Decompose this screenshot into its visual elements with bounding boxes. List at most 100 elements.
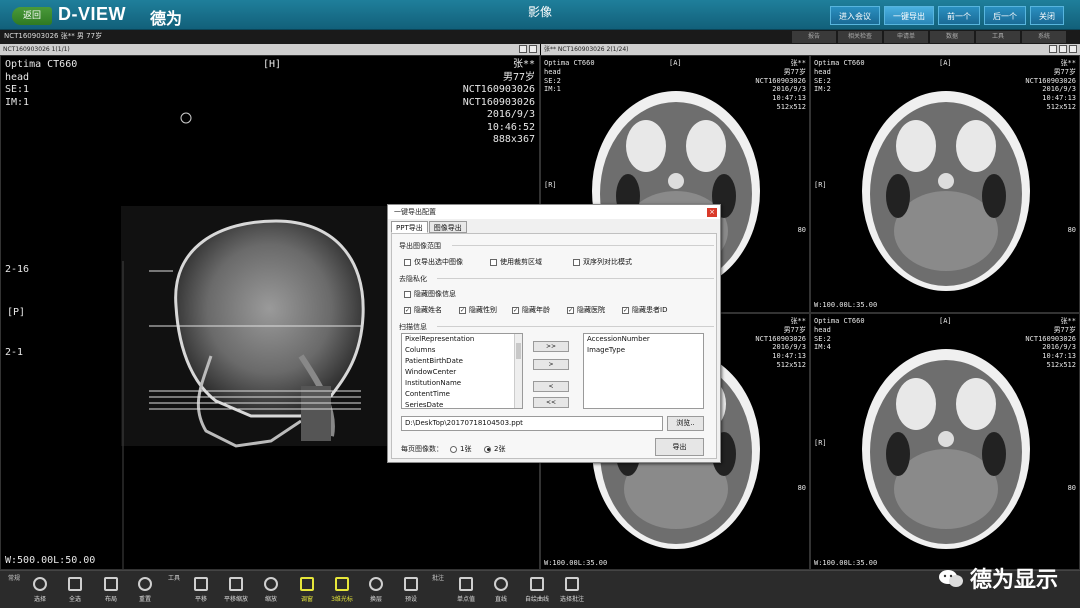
list-item[interactable]: PixelRepresentation xyxy=(405,334,522,345)
tool-freehand-curve[interactable]: 自绘曲线 xyxy=(522,577,552,603)
close-button[interactable]: 关闭 xyxy=(1030,6,1064,25)
previous-button[interactable]: 前一个 xyxy=(938,6,980,25)
tool-label: 全选 xyxy=(68,596,81,603)
enter-meeting-button[interactable]: 进入会议 xyxy=(830,6,880,25)
list-item[interactable]: ImageType xyxy=(587,345,703,356)
tool-label: 直线 xyxy=(494,596,507,603)
tool-label: 换层 xyxy=(369,596,382,603)
pan-icon xyxy=(194,577,208,591)
window-level: W:100.00L:35.00 xyxy=(544,559,608,567)
available-tags-list[interactable]: PixelRepresentation Columns PatientBirth… xyxy=(401,333,523,409)
zoom-icon xyxy=(264,577,278,591)
tab-data[interactable]: 数据 xyxy=(930,31,974,43)
tab-image-export[interactable]: 图像导出 xyxy=(428,221,467,233)
browse-button[interactable]: 浏览.. xyxy=(667,416,704,431)
lock-icon[interactable] xyxy=(529,45,537,53)
tab-ppt-export[interactable]: PPT导出 xyxy=(391,221,428,233)
next-button[interactable]: 后一个 xyxy=(984,6,1026,25)
tool-reset[interactable]: 重置 xyxy=(130,577,160,603)
tag-section-label: 扫描信息 xyxy=(399,323,427,331)
reset-icon xyxy=(138,577,152,591)
remove-all-button[interactable]: << xyxy=(533,397,569,408)
list-item[interactable]: SeriesDate xyxy=(405,400,522,408)
list-item[interactable]: Columns xyxy=(405,345,522,356)
right-series-label: 张** NCT160903026 2(1/24) xyxy=(544,46,629,53)
tool-preset[interactable]: 预设 xyxy=(396,577,426,603)
selected-tags-list[interactable]: AccessionNumber ImageType xyxy=(583,333,704,409)
tab-system[interactable]: 系统 xyxy=(1022,31,1066,43)
crop-area-checkbox[interactable]: 使用裁剪区域 xyxy=(490,257,542,267)
hide-hospital-checkbox[interactable]: ✓ 隐藏医院 xyxy=(567,305,605,315)
tool-line[interactable]: 直线 xyxy=(486,577,516,603)
tool-layout[interactable]: 布局 xyxy=(96,577,126,603)
tool-label: 3维光标 xyxy=(331,596,353,603)
lock-icon[interactable] xyxy=(1059,45,1067,53)
scout-info-top-left: Optima CT660 head SE:1 IM:1 xyxy=(5,59,78,108)
top-actions: 进入会议 一键导出 前一个 后一个 关闭 xyxy=(830,6,1064,25)
tool-select[interactable]: 选择 xyxy=(25,577,55,603)
viewer-window: 返回 D-VIEW 德为 影像 进入会议 一键导出 前一个 后一个 关闭 NCT… xyxy=(0,0,1080,608)
tool-pan-zoom[interactable]: 平移缩放 xyxy=(221,577,251,603)
tool-label: 自绘曲线 xyxy=(524,596,549,603)
list-item[interactable]: PatientBirthDate xyxy=(405,356,522,367)
tool-select-all[interactable]: 全选 xyxy=(60,577,90,603)
tool-3d-cursor[interactable]: 3维光标 xyxy=(327,577,357,603)
anon-section-label: 去隐私化 xyxy=(399,275,427,283)
back-button[interactable]: 返回 xyxy=(12,7,52,25)
layout-icon[interactable] xyxy=(1069,45,1077,53)
list-item[interactable]: ContentTime xyxy=(405,389,522,400)
divider xyxy=(437,326,714,327)
hide-age-checkbox[interactable]: ✓ 隐藏年龄 xyxy=(512,305,550,315)
tool-label: 预设 xyxy=(404,596,417,603)
tool-point-value[interactable]: 单点值 xyxy=(451,577,481,603)
group-label-annotation: 批注 xyxy=(432,575,445,582)
tool-label: 重置 xyxy=(138,596,151,603)
patient-bar: NCT160903026 张** 男 77岁 报告 相关检查 申请单 数据 工具… xyxy=(0,30,1080,44)
list-scrollbar[interactable] xyxy=(514,334,522,408)
tab-request[interactable]: 申请单 xyxy=(884,31,928,43)
tool-label: 选择 xyxy=(33,596,46,603)
hide-patient-id-checkbox[interactable]: ✓ 隐藏患者ID xyxy=(622,305,667,315)
per-page-1-radio[interactable]: 1张 xyxy=(450,444,471,454)
remove-button[interactable]: < xyxy=(533,381,569,392)
ct-viewport-4[interactable]: Optima CT660 head SE:2 IM:4 张** 男77岁 NCT1… xyxy=(810,313,1080,570)
one-click-export-button[interactable]: 一键导出 xyxy=(884,6,934,25)
tab-related-exams[interactable]: 相关检查 xyxy=(838,31,882,43)
module-tabs: 报告 相关检查 申请单 数据 工具 系统 xyxy=(792,31,1066,43)
tool-select-annotation[interactable]: 选择批注 xyxy=(557,577,587,603)
ct-viewport-2[interactable]: Optima CT660 head SE:2 IM:2 张** 男77岁 NCT1… xyxy=(810,55,1080,313)
tab-tools[interactable]: 工具 xyxy=(976,31,1020,43)
orientation-anterior: [A] xyxy=(939,59,952,67)
add-all-button[interactable]: >> xyxy=(533,341,569,352)
list-item[interactable]: AccessionNumber xyxy=(587,334,703,345)
tool-window-level[interactable]: 调窗 xyxy=(292,577,322,603)
edit-icon[interactable] xyxy=(1049,45,1057,53)
hide-name-checkbox[interactable]: ✓ 隐藏姓名 xyxy=(404,305,442,315)
tab-report[interactable]: 报告 xyxy=(792,31,836,43)
per-page-2-radio[interactable]: 2张 xyxy=(484,444,505,454)
tool-label: 缩放 xyxy=(264,596,277,603)
tool-label: 调窗 xyxy=(300,596,313,603)
slice-label-2-16: 2-16 xyxy=(5,264,30,275)
tool-change-slice[interactable]: 换层 xyxy=(361,577,391,603)
hide-gender-checkbox[interactable]: ✓ 隐藏性别 xyxy=(459,305,497,315)
close-icon[interactable]: × xyxy=(707,208,717,217)
list-item[interactable]: InstitutionName xyxy=(405,378,522,389)
output-path-field[interactable]: D:\DeskTop\20170718104503.ppt xyxy=(401,416,663,431)
list-item[interactable]: WindowCenter xyxy=(405,367,522,378)
hide-image-info-checkbox[interactable]: 隐藏图像信息 xyxy=(404,289,456,299)
only-selected-checkbox[interactable]: 仅导出选中图像 xyxy=(404,257,463,267)
dual-series-checkbox[interactable]: 双序列对比模式 xyxy=(573,257,632,267)
preset-icon xyxy=(404,577,418,591)
export-button[interactable]: 导出 xyxy=(655,438,704,456)
patient-info: NCT160903026 张** 男 77岁 xyxy=(4,32,103,40)
add-button[interactable]: > xyxy=(533,359,569,370)
orientation-right: [R] xyxy=(544,181,557,189)
tool-pan[interactable]: 平移 xyxy=(186,577,216,603)
scout-info-top-right: 张** 男77岁 NCT160903026 NCT160903026 2016/… xyxy=(462,59,535,145)
per-page-label: 每页图像数： xyxy=(401,445,443,453)
tool-label: 选择批注 xyxy=(559,596,584,603)
tool-label: 布局 xyxy=(104,596,117,603)
edit-icon[interactable] xyxy=(519,45,527,53)
tool-zoom[interactable]: 缩放 xyxy=(256,577,286,603)
